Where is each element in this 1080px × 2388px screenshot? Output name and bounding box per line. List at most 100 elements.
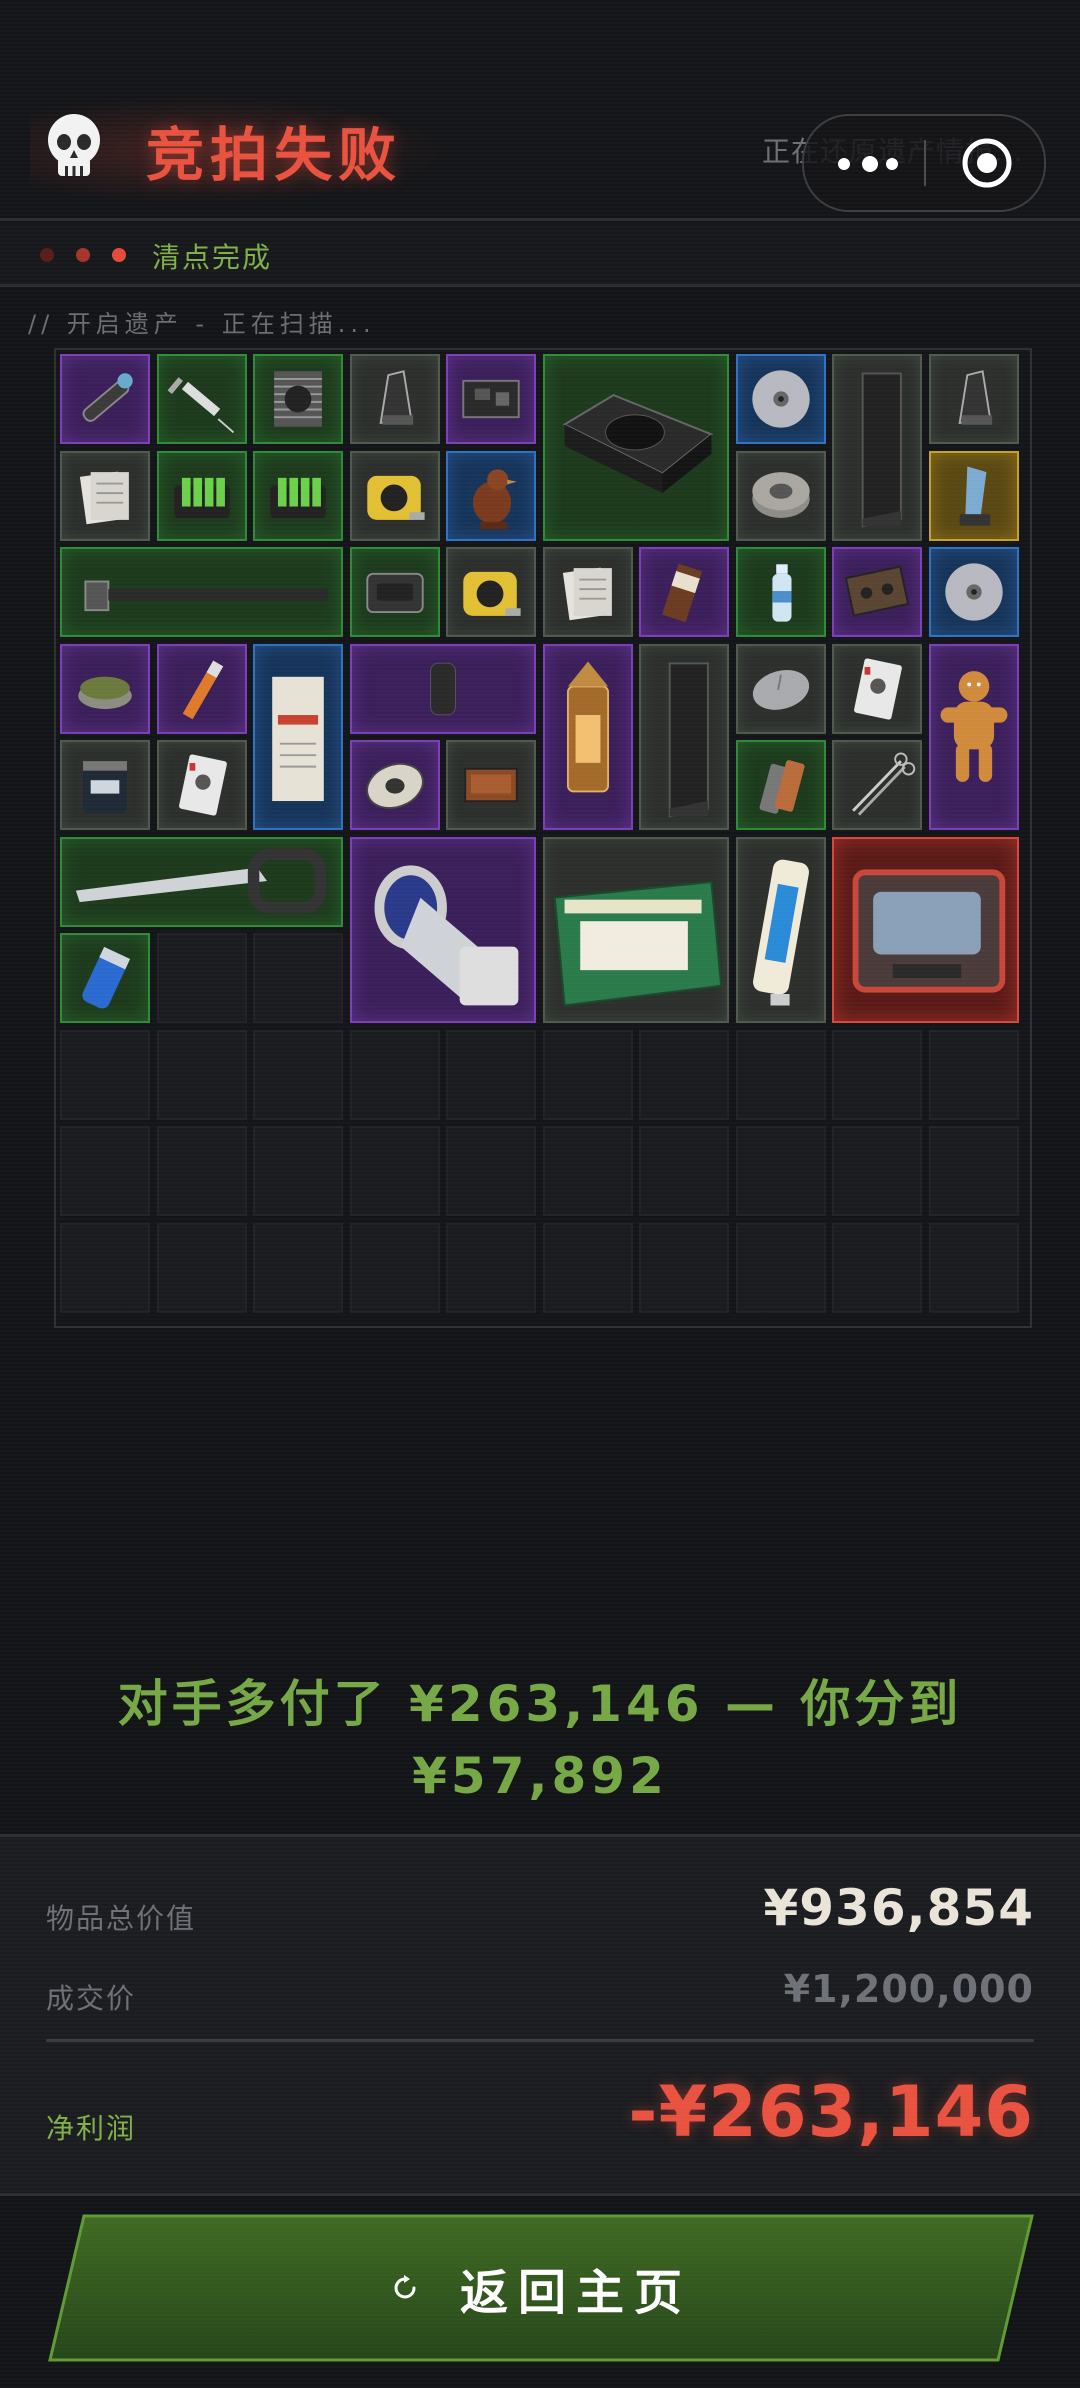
inventory-item-sledgehammer[interactable] <box>60 547 343 637</box>
inventory-item-telescope-device[interactable] <box>349 836 536 1023</box>
result-message-line-2: ¥57,892 <box>412 1747 668 1805</box>
grid-slot <box>928 1126 1019 1216</box>
grid-slot <box>156 933 247 1023</box>
inventory-item-ornate-egg[interactable] <box>349 740 440 830</box>
inventory-grid <box>54 348 1032 1328</box>
inventory-item-circuit-board[interactable] <box>446 354 536 444</box>
inventory-item-power-supply[interactable] <box>542 354 729 541</box>
inventory-item-candle-box[interactable] <box>542 836 729 1023</box>
steel-angle-icon <box>861 372 902 528</box>
inventory-item-pepper-grinder[interactable] <box>349 354 440 444</box>
inventory-item-playing-card[interactable] <box>832 643 922 734</box>
pepper-grinder-icon <box>379 370 413 425</box>
inventory-item-hard-drive[interactable] <box>349 547 440 637</box>
inventory-item-cd-disc[interactable] <box>735 354 826 444</box>
skull-icon <box>48 114 100 176</box>
grid-slot <box>735 1029 826 1120</box>
radio-unit-icon <box>852 868 1006 993</box>
more-options-button[interactable] <box>838 154 898 172</box>
tape-measure-icon <box>366 475 425 520</box>
total-value: ¥936,854 <box>763 1879 1034 1937</box>
inventory-item-confidential-folder[interactable] <box>253 643 343 830</box>
water-bottle-icon <box>771 564 792 622</box>
inventory-item-scissors[interactable] <box>832 740 922 830</box>
inventory-item-steel-angle[interactable] <box>832 354 922 541</box>
inventory-item-hand-saw[interactable] <box>60 836 343 927</box>
grid-slot <box>928 1222 1019 1313</box>
grid-slot <box>253 1126 343 1216</box>
inventory-item-tape-measure[interactable] <box>349 450 440 541</box>
status-dot <box>40 248 54 262</box>
grid-slot <box>253 1029 343 1120</box>
inventory-item-cd-disc[interactable] <box>928 547 1019 637</box>
result-message-line-1: 对手多付了 ¥263,146 — 你分到 <box>117 1675 963 1733</box>
candle-box-icon <box>553 880 722 1006</box>
inventory-item-duct-tape[interactable] <box>735 450 826 541</box>
inventory-item-chocolate-bar[interactable] <box>639 547 729 637</box>
inventory-item-crystal-trophy[interactable] <box>928 450 1019 541</box>
grid-slot <box>349 1126 440 1216</box>
inventory-item-pepper-grinder[interactable] <box>928 354 1019 444</box>
grid-slot <box>60 1126 150 1216</box>
header: 竞拍失败 正在还原遗产情报... <box>0 0 1080 222</box>
inventory-item-radio-unit[interactable] <box>832 836 1019 1023</box>
inventory-item-gingerbread-man[interactable] <box>928 643 1019 830</box>
net-profit-label: 净利润 <box>46 2112 137 2145</box>
ornate-egg-icon <box>365 762 424 809</box>
inventory-item-tape-measure[interactable] <box>446 547 536 637</box>
scan-status-text: // 开启遗产 - 正在扫描... <box>28 310 376 338</box>
grid-slot <box>446 1029 536 1120</box>
matchbox-icon <box>464 767 518 803</box>
battery-charger-icon <box>270 477 326 518</box>
grid-slot <box>349 1029 440 1120</box>
grid-slot <box>542 1126 633 1216</box>
header-divider <box>0 218 1080 221</box>
inventory-item-water-bottle[interactable] <box>735 547 826 637</box>
inventory-item-matchbox[interactable] <box>446 740 536 830</box>
gingerbread-man-icon <box>940 670 1007 782</box>
capsule-divider <box>924 140 926 186</box>
inventory-item-whetstone[interactable] <box>349 643 536 734</box>
inventory-item-computer-mouse[interactable] <box>735 643 826 734</box>
inventory-item-cpu-cooler[interactable] <box>253 354 343 444</box>
inventory-item-documents[interactable] <box>60 450 150 541</box>
grid-slot <box>542 1222 633 1313</box>
protein-can-icon <box>83 761 127 813</box>
inventory-item-documents[interactable] <box>542 547 633 637</box>
lantern-icon <box>566 661 609 792</box>
documents-icon <box>562 567 612 621</box>
mini-program-capsule <box>802 114 1046 212</box>
inventory-item-canned-food[interactable] <box>60 643 150 734</box>
return-home-button[interactable]: 返回主页 <box>48 2214 1034 2362</box>
inventory-item-protein-can[interactable] <box>60 740 150 830</box>
grid-slot <box>735 1126 826 1216</box>
inventory-item-bird-figurine[interactable] <box>446 450 536 541</box>
inventory-item-battery-charger[interactable] <box>156 450 247 541</box>
inventory-item-syringe[interactable] <box>156 354 247 444</box>
syringe-icon <box>167 377 234 434</box>
lighter-stick-icon <box>182 660 223 719</box>
cd-disc-icon <box>944 563 1003 621</box>
inventory-item-battery-charger[interactable] <box>253 450 343 541</box>
inventory-item-flashlight[interactable] <box>60 354 150 444</box>
close-miniprogram-icon[interactable] <box>960 136 1014 190</box>
sledgehammer-icon <box>84 580 329 612</box>
inventory-item-lighter-stick[interactable] <box>156 643 247 734</box>
hard-drive-icon <box>365 572 424 614</box>
grid-slot <box>60 1222 150 1313</box>
chocolate-bar-icon <box>662 563 703 623</box>
hand-saw-icon <box>75 848 327 914</box>
grid-slot <box>639 1222 729 1313</box>
inventory-item-steel-angle[interactable] <box>639 643 729 830</box>
inventory-item-capacitor[interactable] <box>60 933 150 1023</box>
inventory-item-toothpaste[interactable] <box>735 836 826 1023</box>
grid-slot <box>832 1222 922 1313</box>
inventory-item-playing-card[interactable] <box>156 740 247 830</box>
canned-food-icon <box>78 676 132 709</box>
inventory-item-lighters[interactable] <box>735 740 826 830</box>
inventory-item-lantern[interactable] <box>542 643 633 830</box>
grid-slot <box>735 1222 826 1313</box>
total-value-label: 物品总价值 <box>46 1902 197 1935</box>
inventory-item-cassette-tape[interactable] <box>832 547 922 637</box>
grid-slot <box>349 1222 440 1313</box>
